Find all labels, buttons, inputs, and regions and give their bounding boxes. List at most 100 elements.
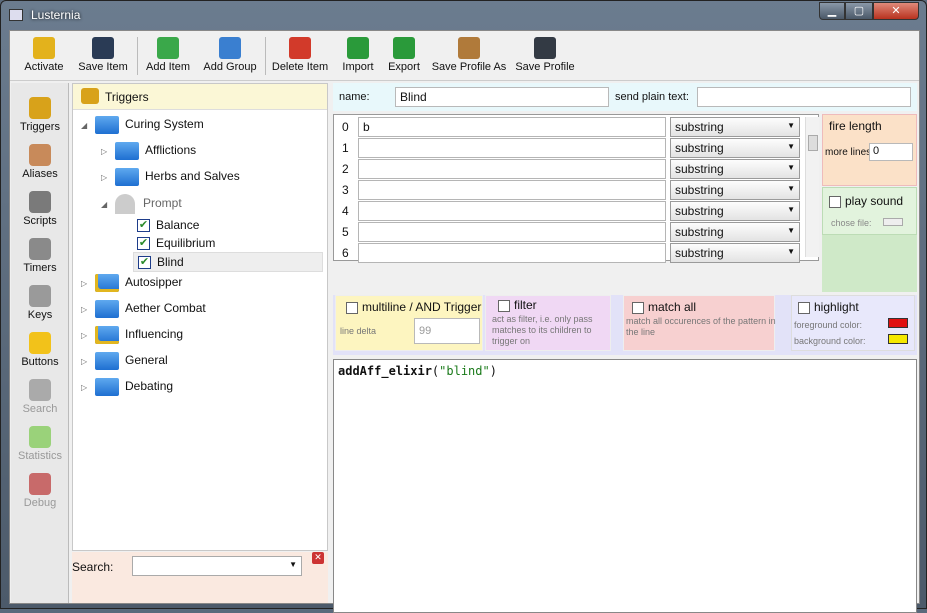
trigger-tree: Triggers ◢ Curing System ▷ Afflictions ▷ He… [72, 83, 328, 551]
pattern-input[interactable] [358, 201, 666, 221]
expand-arrow-icon[interactable]: ◢ [81, 121, 91, 130]
import-icon [347, 37, 369, 59]
maximize-button[interactable]: ▢ [845, 2, 873, 20]
play-sound-checkbox[interactable] [829, 194, 845, 208]
script-editor[interactable]: addAff_elixir("blind") [333, 359, 917, 613]
pattern-input[interactable] [358, 159, 666, 179]
sidebar-item-aliases[interactable]: Aliases [11, 144, 69, 180]
search-input[interactable]: ▼ [132, 556, 302, 576]
sidebar-item-buttons[interactable]: Buttons [11, 332, 69, 368]
tree-node-blind[interactable]: ✔ Blind [133, 252, 323, 272]
more-lines-spinner[interactable]: 0 [869, 143, 913, 161]
expand-arrow-icon[interactable]: ▷ [81, 279, 91, 288]
pattern-row: 0 b substring [334, 117, 804, 137]
pattern-type-select[interactable]: substring [670, 159, 800, 179]
send-plain-text-label: send plain text: [615, 91, 689, 103]
sidebar-item-scripts[interactable]: Scripts [11, 191, 69, 227]
match-all-hint: match all occurences of the pattern in t… [626, 316, 776, 337]
choose-file-label: chose file: [831, 218, 872, 228]
toolbar-delete-item-button[interactable]: Delete Item [270, 35, 330, 73]
disk-icon [534, 37, 556, 59]
expand-arrow-icon[interactable]: ▷ [101, 147, 111, 156]
background-color-swatch[interactable] [888, 334, 908, 344]
foreground-color-swatch[interactable] [888, 318, 908, 328]
tree-header-label: Triggers [105, 90, 149, 104]
match-all-checkbox[interactable]: match all [632, 300, 696, 314]
pattern-scrollbar[interactable] [805, 117, 819, 257]
line-delta-spinner[interactable]: 99 [414, 318, 480, 344]
toolbar-save-profile-as-button[interactable]: Save Profile As [430, 35, 508, 73]
pattern-type-select[interactable]: substring [670, 222, 800, 242]
sidebar-item-debug[interactable]: Debug [11, 473, 69, 509]
pattern-type-select[interactable]: substring [670, 243, 800, 263]
tree-node-aether-combat[interactable]: ▷ Aether Combat [81, 300, 206, 318]
filter-checkbox[interactable]: filter [498, 298, 537, 312]
send-plain-text-input[interactable] [697, 87, 911, 107]
tree-node-balance[interactable]: ✔ Balance [137, 218, 199, 233]
clear-search-icon[interactable]: ✕ [312, 552, 324, 564]
expand-arrow-icon[interactable]: ▷ [81, 331, 91, 340]
checked-icon[interactable]: ✔ [137, 237, 150, 251]
pattern-input[interactable] [358, 243, 666, 263]
title-bar[interactable]: Lusternia ▁ ▢ ✕ [1, 1, 926, 29]
close-button[interactable]: ✕ [873, 2, 919, 20]
toolbar-add-item-button[interactable]: Add Item [142, 35, 194, 73]
toolbar-add-group-button[interactable]: Add Group [200, 35, 260, 73]
expand-arrow-icon[interactable]: ▷ [81, 305, 91, 314]
search-label: Search: [72, 560, 114, 574]
expand-arrow-icon[interactable]: ◢ [101, 200, 111, 209]
pattern-type-select[interactable]: substring [670, 201, 800, 221]
toolbar-save-profile-button[interactable]: Save Profile [514, 35, 576, 73]
pattern-input[interactable] [358, 138, 666, 158]
pattern-input[interactable]: b [358, 117, 666, 137]
sidebar-item-keys[interactable]: Keys [11, 285, 69, 321]
checked-icon[interactable]: ✔ [137, 219, 150, 233]
toolbar-label: Activate [24, 61, 64, 73]
chevron-down-icon[interactable]: ▼ [289, 560, 297, 569]
scrollbar-thumb[interactable] [808, 135, 818, 151]
highlight-checkbox[interactable]: highlight [798, 300, 859, 314]
bug-icon [29, 473, 51, 495]
client-area: Activate Save Item Add Item Add Group De… [9, 30, 920, 613]
tree-node-herbs-and-salves[interactable]: ▷ Herbs and Salves [101, 168, 240, 186]
multiline-checkbox[interactable]: multiline / AND Trigger [346, 300, 481, 314]
tree-node-debating[interactable]: ▷ Debating [81, 378, 173, 396]
triggers-icon [29, 97, 51, 119]
toolbar-label: Import [342, 61, 374, 73]
sidebar-item-search[interactable]: Search [11, 379, 69, 415]
sidebar-item-timers[interactable]: Timers [11, 238, 69, 274]
expand-arrow-icon[interactable]: ▷ [81, 383, 91, 392]
tree-node-autosipper[interactable]: ▷ Autosipper [81, 274, 182, 292]
expand-arrow-icon[interactable]: ▷ [101, 173, 111, 182]
toolbar-export-button[interactable]: Export [384, 35, 424, 73]
pattern-type-select[interactable]: substring [670, 180, 800, 200]
minimize-button[interactable]: ▁ [819, 2, 845, 20]
toolbar-label: Save Profile As [431, 61, 507, 73]
tree-node-label: Influencing [125, 327, 184, 342]
timers-icon [29, 238, 51, 260]
tree-node-general[interactable]: ▷ General [81, 352, 168, 370]
tree-node-afflictions[interactable]: ▷ Afflictions [101, 142, 196, 160]
choose-file-button[interactable] [883, 218, 903, 226]
pattern-type-select[interactable]: substring [670, 117, 800, 137]
sidebar-item-statistics[interactable]: Statistics [11, 426, 69, 462]
tree-header[interactable]: Triggers [73, 84, 327, 110]
tree-node-equilibrium[interactable]: ✔ Equilibrium [137, 236, 215, 251]
search-person-icon [29, 379, 51, 401]
tree-node-curing-system[interactable]: ◢ Curing System [81, 116, 204, 134]
toolbar-import-button[interactable]: Import [338, 35, 378, 73]
sidebar-item-triggers[interactable]: Triggers [11, 97, 69, 133]
fire-length-panel: fire length more lines 0 [822, 114, 917, 186]
toolbar-save-item-button[interactable]: Save Item [74, 35, 132, 73]
checked-icon[interactable]: ✔ [138, 256, 151, 270]
expand-arrow-icon[interactable]: ▷ [81, 357, 91, 366]
script-code[interactable]: addAff_elixir("blind") [338, 364, 497, 378]
tree-node-influencing[interactable]: ▷ Influencing [81, 326, 183, 344]
tree-node-prompt[interactable]: ◢ Prompt [101, 194, 182, 214]
name-input[interactable]: Blind [395, 87, 609, 107]
toolbar-activate-button[interactable]: Activate [22, 35, 66, 73]
pattern-type-select[interactable]: substring [670, 138, 800, 158]
pattern-input[interactable] [358, 222, 666, 242]
pattern-input[interactable] [358, 180, 666, 200]
pattern-number: 0 [342, 120, 349, 134]
